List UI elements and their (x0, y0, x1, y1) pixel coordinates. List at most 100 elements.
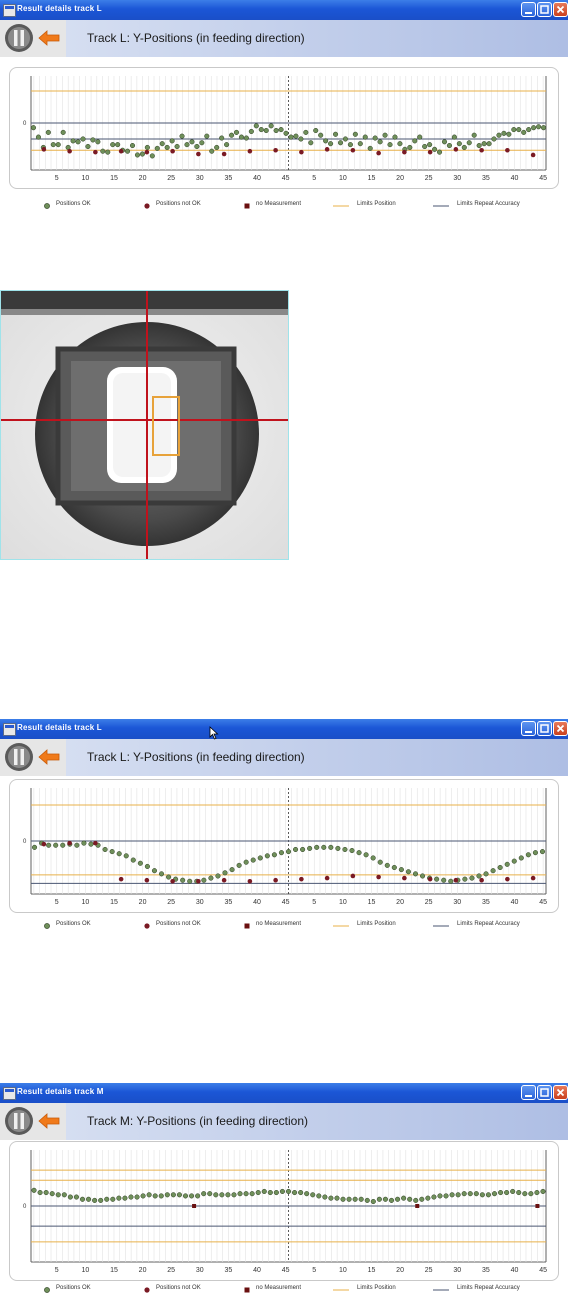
point-ok (61, 1192, 67, 1198)
point-ok (60, 129, 66, 135)
point-ok (473, 1191, 479, 1197)
point-not-ok (324, 147, 330, 152)
x-tick-label: 35 (225, 899, 233, 906)
back-arrow-button[interactable] (38, 748, 60, 766)
back-arrow-button[interactable] (38, 29, 60, 47)
maximize-button[interactable] (537, 2, 552, 17)
point-ok (372, 135, 378, 141)
point-ok (461, 144, 467, 150)
point-ok (441, 877, 447, 883)
minimize-button[interactable] (521, 2, 536, 17)
point-not-ok (93, 149, 98, 155)
legend-label: Positions not OK (156, 921, 201, 927)
point-ok (347, 142, 353, 148)
point-ok (46, 842, 52, 848)
point-not-ok (273, 877, 278, 883)
point-not-ok (427, 876, 433, 882)
maximize-button[interactable] (537, 1085, 552, 1100)
point-ok (540, 1188, 546, 1194)
point-ok (446, 143, 452, 149)
x-tick-label: 45 (282, 175, 290, 182)
minimize-button[interactable] (521, 1085, 536, 1100)
pause-button[interactable] (4, 1106, 34, 1136)
point-ok (451, 134, 457, 140)
legend-label: no Measurement (256, 201, 302, 207)
point-ok (413, 1197, 419, 1203)
point-ok (539, 849, 546, 855)
point-ok (166, 874, 172, 880)
point-ok (441, 139, 448, 145)
point-not-ok (41, 841, 47, 847)
point-ok (384, 862, 390, 868)
close-button[interactable] (553, 2, 568, 17)
legend-label: Limits Position (357, 1285, 396, 1291)
point-ok (195, 1193, 201, 1199)
point-ok (456, 141, 462, 147)
point-no-measurement (415, 1204, 420, 1208)
x-tick-label: 40 (511, 1267, 519, 1274)
point-ok (501, 130, 507, 136)
point-ok (328, 1195, 334, 1201)
pause-button[interactable] (4, 742, 34, 772)
point-ok (363, 852, 369, 858)
point-ok (431, 1194, 437, 1200)
point-ok (279, 1188, 285, 1194)
point-ok (180, 877, 186, 883)
minimize-button[interactable] (521, 721, 536, 736)
point-ok (238, 134, 245, 140)
zero-tick-label: 0 (23, 839, 27, 845)
point-ok (437, 1193, 443, 1199)
point-ok (526, 127, 532, 133)
point-not-ok (196, 878, 201, 884)
toolbar: Track L: Y-Positions (in feeding directi… (0, 20, 568, 57)
close-button[interactable] (553, 721, 568, 736)
point-ok (298, 1190, 304, 1196)
point-ok (263, 127, 269, 134)
chart-header: Track L: Y-Positions (in feeding directi… (87, 750, 305, 764)
point-ok (170, 1192, 176, 1198)
point-ok (518, 855, 524, 861)
point-ok (55, 142, 61, 148)
point-ok (506, 131, 512, 137)
point-ok (349, 847, 355, 854)
point-ok (139, 151, 145, 157)
maximize-button[interactable] (537, 721, 552, 736)
point-ok (174, 143, 180, 150)
point-ok (237, 1191, 243, 1197)
pause-button[interactable] (4, 23, 34, 53)
point-ok (476, 873, 482, 879)
point-ok (497, 864, 503, 871)
point-ok (31, 1187, 37, 1193)
point-ok (258, 127, 264, 133)
x-tick-label: 35 (482, 1267, 490, 1274)
point-ok (427, 142, 433, 148)
point-ok (328, 844, 334, 850)
title-bar[interactable]: Result details track L (0, 719, 568, 739)
point-ok (140, 1193, 146, 1199)
point-ok (387, 142, 393, 148)
point-ok (243, 135, 249, 141)
point-ok (30, 125, 37, 131)
close-button[interactable] (553, 1085, 568, 1100)
back-arrow-button[interactable] (38, 1112, 60, 1130)
x-tick-label: 45 (539, 1267, 547, 1274)
point-ok (116, 1195, 122, 1201)
point-ok (248, 128, 254, 135)
x-tick-label: 15 (368, 1267, 376, 1274)
title-bar[interactable]: Result details track M (0, 1083, 568, 1103)
legend-label: Positions OK (56, 201, 91, 207)
title-bar[interactable]: Result details track L (0, 0, 568, 20)
point-ok (308, 140, 314, 146)
x-tick-label: 15 (110, 1267, 118, 1274)
point-ok (401, 1195, 407, 1201)
point-ok (293, 133, 299, 139)
point-ok (425, 1195, 431, 1201)
point-no-measurement (192, 1204, 197, 1208)
point-not-ok (299, 149, 304, 155)
point-ok (307, 845, 313, 851)
point-ok (461, 1191, 467, 1197)
point-ok (516, 1190, 522, 1196)
y-position-chart: 0 5 10 15 20 25 30 35 40 45 5 10 15 20 25 30 35 40 45 (23, 788, 547, 906)
point-not-ok (170, 878, 175, 884)
point-ok (229, 132, 235, 138)
